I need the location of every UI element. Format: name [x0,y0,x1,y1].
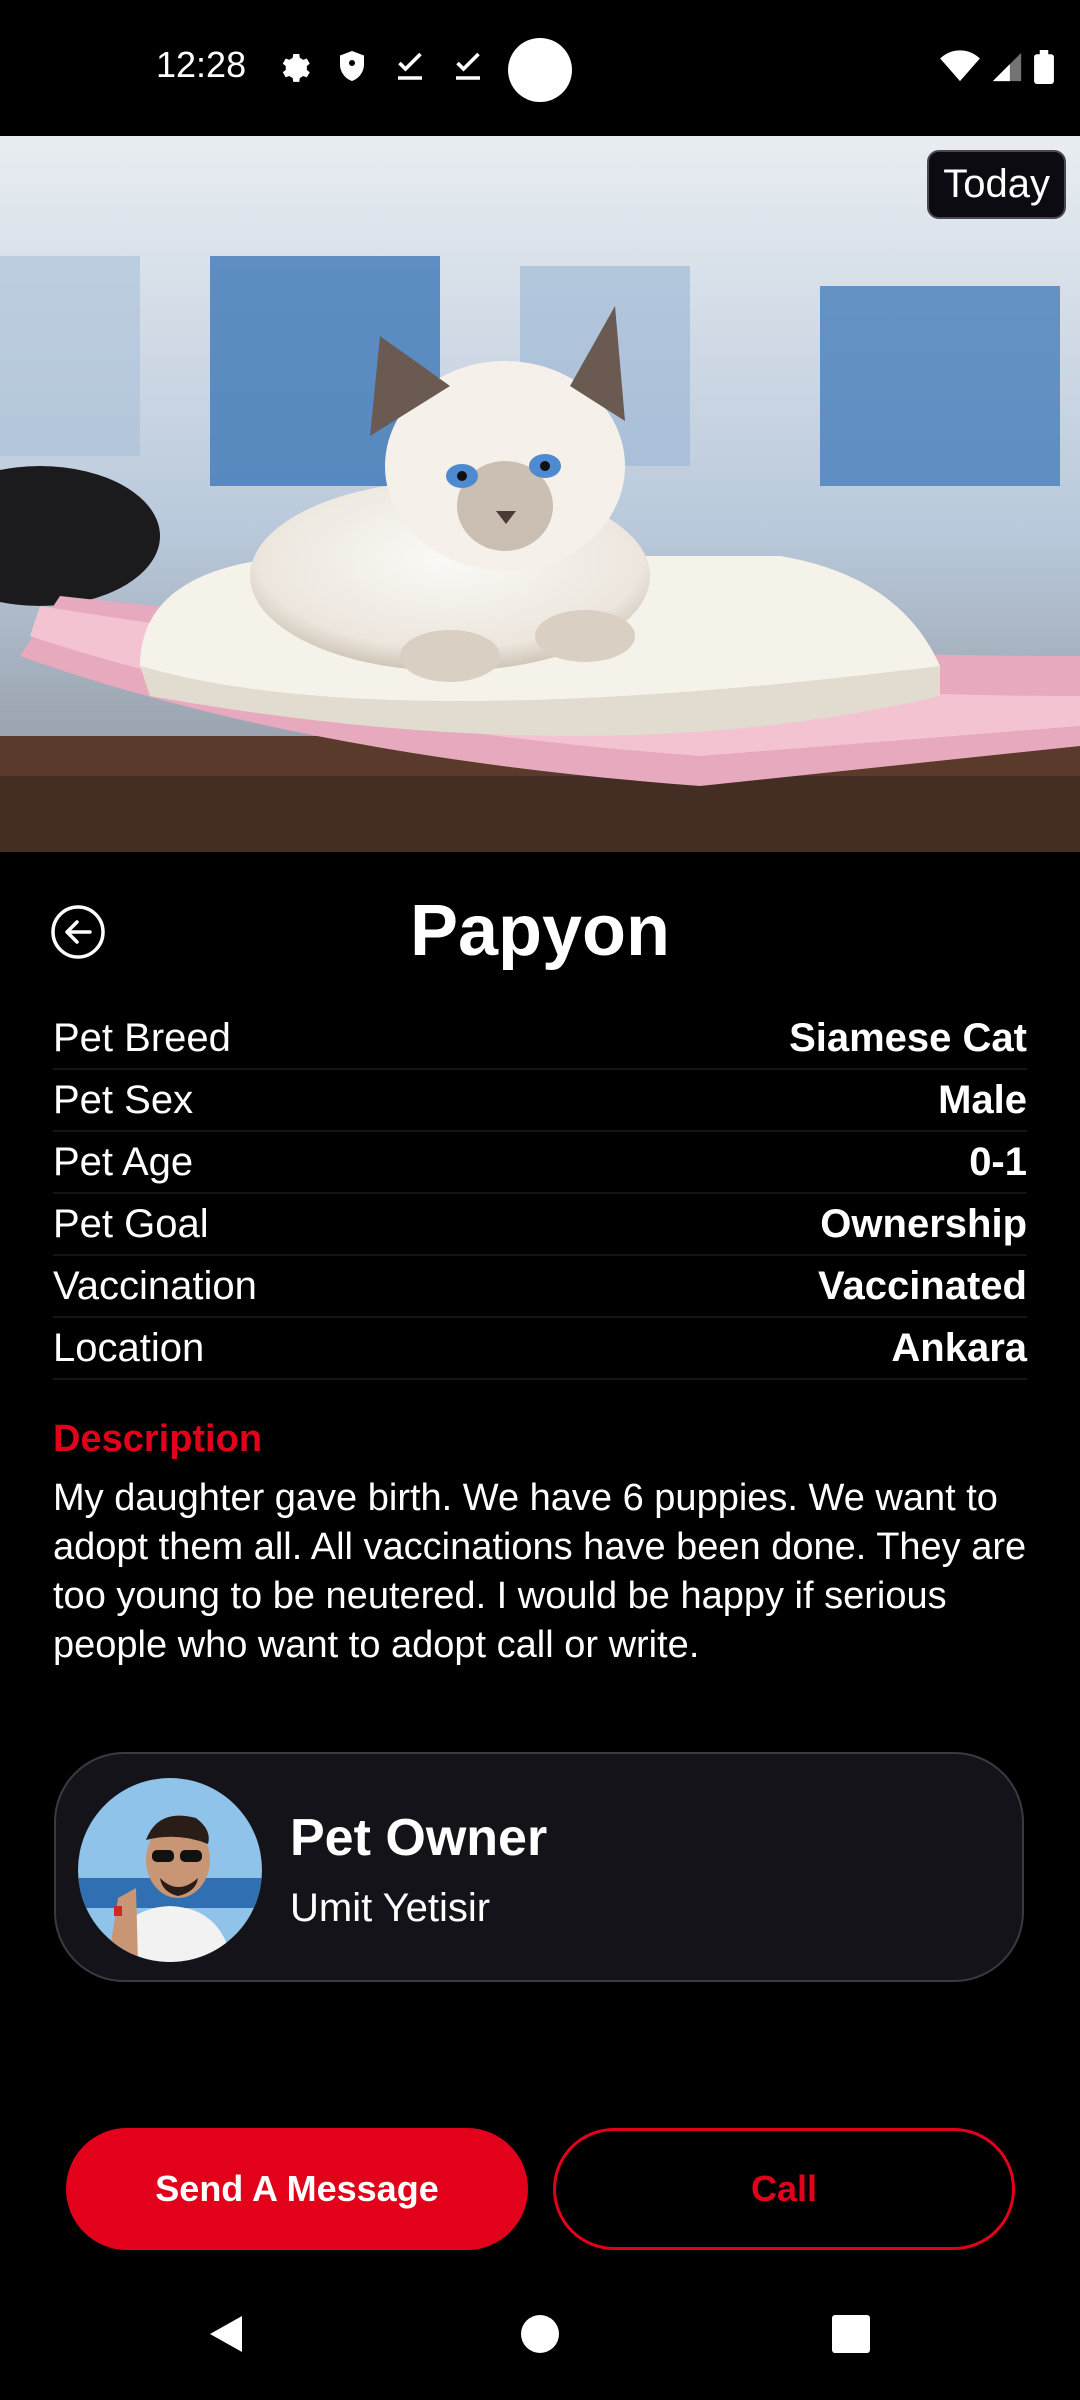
avatar [78,1778,262,1962]
detail-row-age: Pet Age 0-1 [53,1132,1027,1194]
status-time: 12:28 [156,44,247,85]
detail-label: Pet Sex [53,1077,194,1122]
signal-icon [992,52,1022,82]
detail-row-breed: Pet Breed Siamese Cat [53,1008,1027,1070]
description-text: My daughter gave birth. We have 6 puppie… [53,1477,1027,1666]
battery-icon [1034,50,1054,84]
system-navigation-bar [0,2290,1080,2400]
recents-square-icon[interactable] [829,2312,873,2356]
today-badge: Today [927,150,1066,219]
status-bar: 12:28 [0,0,1080,136]
status-indicator-dot [508,38,572,102]
pet-name-title: Papyon [409,891,671,971]
detail-row-sex: Pet Sex Male [53,1070,1027,1132]
gear-icon [282,54,310,82]
shield-icon [340,51,364,81]
pet-owner-card[interactable]: Pet Owner Umit Yetisir [54,1752,1024,1982]
detail-label: Pet Breed [53,1015,231,1060]
pet-photo [0,136,1080,852]
detail-value: Ownership [820,1201,1027,1246]
back-triangle-icon[interactable] [204,2312,248,2356]
call-button[interactable]: Call [553,2128,1015,2250]
pet-details-list: Pet Breed Siamese Cat Pet Sex Male Pet A… [53,1008,1027,1380]
send-message-button[interactable]: Send A Message [66,2128,528,2250]
owner-name: Umit Yetisir [290,1886,491,1930]
owner-role-label: Pet Owner [290,1809,548,1867]
detail-label: Location [53,1325,205,1370]
detail-row-location: Location Ankara [53,1318,1027,1380]
download-check-icon [398,52,422,80]
home-circle-icon[interactable] [518,2312,562,2356]
detail-value: Siamese Cat [789,1015,1027,1060]
detail-label: Pet Goal [53,1201,209,1246]
status-icons-right [940,50,1054,84]
status-icons-left [276,48,486,84]
download-check-icon [456,52,480,80]
wifi-icon [940,50,980,82]
description-heading: Description [53,1418,263,1460]
detail-value: Male [938,1077,1027,1122]
pet-detail-screen: 12:28 Today Papyon Pet Breed Siamese Cat… [0,0,1080,2400]
detail-row-goal: Pet Goal Ownership [53,1194,1027,1256]
detail-value: Vaccinated [817,1263,1027,1308]
detail-value: Ankara [891,1325,1027,1370]
detail-label: Pet Age [53,1139,194,1184]
detail-value: 0-1 [969,1139,1027,1184]
detail-row-vaccination: Vaccination Vaccinated [53,1256,1027,1318]
detail-label: Vaccination [53,1263,257,1308]
